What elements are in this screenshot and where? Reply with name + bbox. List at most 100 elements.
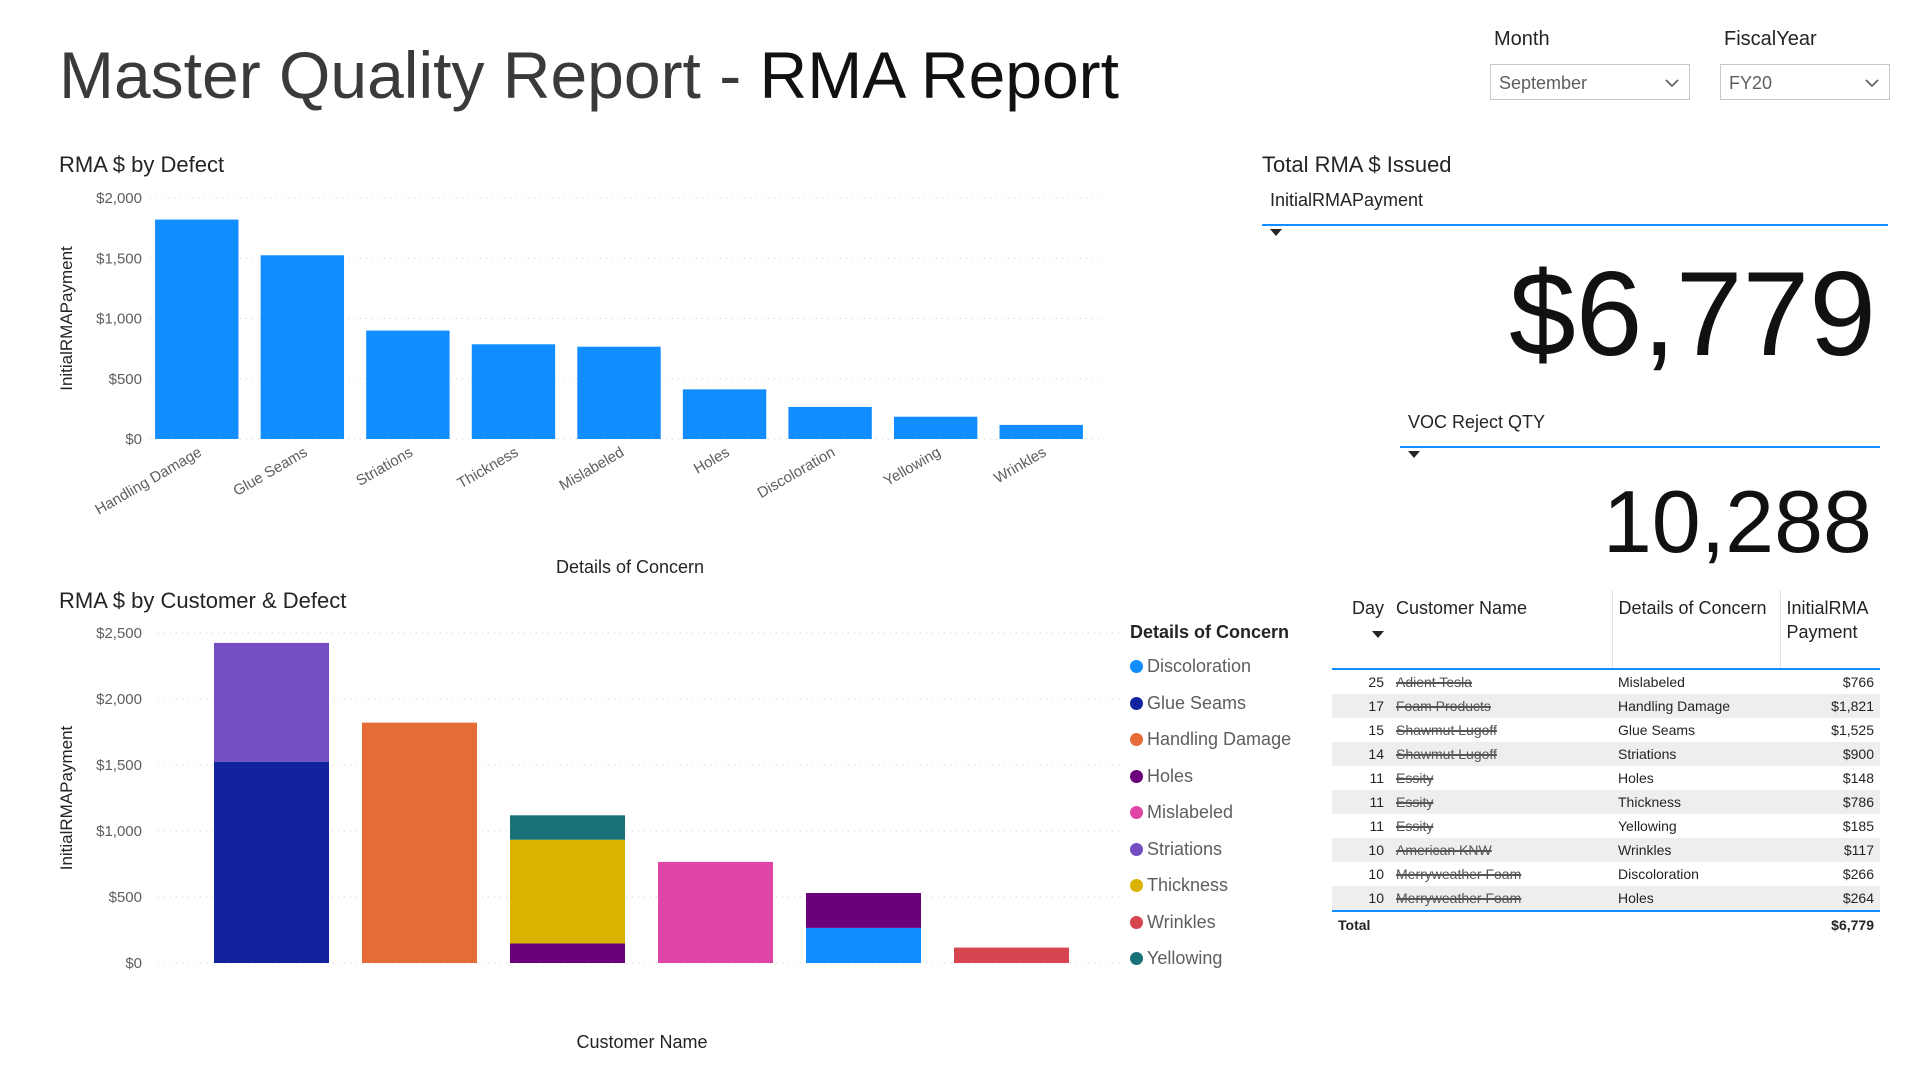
total-value: $6,779	[1780, 910, 1880, 938]
voc-reject-field-label: VOC Reject QTY	[1408, 412, 1546, 432]
legend-item[interactable]: Holes	[1130, 764, 1193, 788]
y-tick-label: $1,500	[96, 757, 142, 774]
cell-day: 14	[1368, 746, 1384, 762]
legend-label: Mislabeled	[1147, 802, 1234, 822]
x-tick-label: Wrinkles	[991, 444, 1049, 487]
cell-concern: Glue Seams	[1618, 722, 1696, 738]
bar[interactable]	[260, 255, 345, 439]
report-title-strong: RMA Report	[759, 38, 1120, 112]
bar[interactable]	[155, 219, 239, 439]
cell-customer: Merryweather Foam	[1396, 866, 1522, 882]
bar[interactable]	[471, 344, 556, 439]
legend-item[interactable]: Handling Damage	[1130, 727, 1291, 751]
legend-item[interactable]: Yellowing	[1130, 946, 1222, 970]
voc-reject-field-header[interactable]: VOC Reject QTY	[1400, 410, 1880, 458]
legend-item[interactable]: Mislabeled	[1130, 800, 1233, 824]
stacked-bar-segment[interactable]	[214, 642, 329, 762]
cell-payment: $148	[1842, 770, 1874, 786]
cell-day: 10	[1368, 866, 1384, 882]
stacked-bar-segment[interactable]	[510, 839, 625, 944]
bar[interactable]	[682, 389, 767, 439]
x-tick-label: Handling Damage	[92, 444, 204, 519]
table-row[interactable]: 10 American KNW Wrinkles $117	[1332, 838, 1880, 862]
cell-payment: $900	[1842, 746, 1874, 762]
x-tick-label: Thickness	[454, 444, 521, 492]
x-tick-label: Striations	[353, 444, 416, 490]
legend-label: Yellowing	[1147, 948, 1223, 968]
table-row[interactable]: 15 Shawmut Lugoff Glue Seams $1,525	[1332, 718, 1880, 742]
defect-chart-title: RMA $ by Defect	[59, 152, 225, 177]
stacked-bar-segment[interactable]	[806, 893, 921, 928]
cell-payment: $117	[1843, 842, 1874, 858]
bar[interactable]	[893, 416, 978, 439]
month-slicer-label: Month	[1494, 28, 1550, 50]
bar[interactable]	[366, 330, 450, 439]
cell-customer: Merryweather Foam	[1396, 890, 1522, 906]
voc-reject-value: 10,288	[1602, 472, 1872, 571]
y-tick-label: $1,000	[96, 823, 142, 840]
customer-defect-stacked-chart[interactable]: $0 $500 $1,000 $1,500 $2,000 $2,500 Customer N…	[50, 620, 1120, 1060]
cell-day: 11	[1369, 818, 1384, 834]
cell-concern: Handling Damage	[1618, 698, 1731, 714]
legend-dot-icon	[1130, 952, 1143, 965]
cell-customer: Adient Tesla	[1396, 674, 1473, 690]
y-tick-label: $2,000	[96, 190, 142, 207]
cell-customer: American KNW	[1396, 842, 1492, 858]
table-row[interactable]: 10 Merryweather Foam Discoloration $266	[1332, 862, 1880, 886]
stacked-bar-segment[interactable]	[510, 943, 625, 963]
cell-day: 25	[1368, 674, 1384, 690]
y-axis-title: InitialRMAPayment	[57, 246, 76, 391]
sort-arrow-icon	[1408, 451, 1420, 458]
stacked-bar-segment[interactable]	[806, 927, 921, 963]
table-row[interactable]: 14 Shawmut Lugoff Striations $900	[1332, 742, 1880, 766]
legend-item[interactable]: Glue Seams	[1130, 691, 1246, 715]
table-row[interactable]: 11 Essity Holes $148	[1332, 766, 1880, 790]
month-slicer[interactable]: September	[1490, 64, 1690, 100]
stacked-bar-segment[interactable]	[362, 722, 477, 963]
defect-bar-chart[interactable]: $0 $500 $1,000 $1,500 $2,000 Handling Damage G…	[50, 186, 1120, 586]
report-title: Master Quality Report - RMA Report	[59, 30, 1119, 120]
column-header-concern[interactable]: Details of Concern	[1611, 590, 1780, 669]
bar[interactable]	[999, 424, 1083, 439]
column-header-day[interactable]: Day	[1332, 590, 1390, 669]
total-rma-field-header[interactable]: InitialRMAPayment	[1262, 188, 1888, 236]
legend-item[interactable]: Discoloration	[1130, 654, 1251, 678]
table-row[interactable]: 17 Foam Products Handling Damage $1,821	[1332, 694, 1880, 718]
stacked-bar-segment[interactable]	[954, 947, 1069, 963]
bar[interactable]	[577, 346, 661, 439]
cell-payment: $1,821	[1831, 698, 1874, 714]
stacked-bar-segment[interactable]	[214, 761, 329, 963]
table-row[interactable]: 25 Adient Tesla Mislabeled $766	[1332, 669, 1880, 694]
legend-item[interactable]: Wrinkles	[1130, 910, 1216, 934]
column-header-customer[interactable]: Customer Name	[1390, 590, 1612, 669]
cell-concern: Striations	[1618, 746, 1677, 762]
bar[interactable]	[788, 406, 872, 439]
cell-concern: Mislabeled	[1618, 674, 1685, 690]
cell-customer: Essity	[1396, 818, 1434, 834]
legend-label: Glue Seams	[1147, 692, 1247, 713]
legend-item[interactable]: Striations	[1130, 837, 1222, 861]
legend-label: Discoloration	[1147, 656, 1252, 676]
column-header-day-label: Day	[1351, 598, 1384, 618]
fiscalyear-slicer[interactable]: FY20	[1720, 64, 1890, 100]
table-header-row: Day Customer Name Details of Concern Ini…	[1332, 590, 1880, 669]
cell-day: 11	[1369, 770, 1384, 786]
legend-dot-icon	[1130, 660, 1143, 673]
table-row[interactable]: 10 Merryweather Foam Holes $264	[1332, 886, 1880, 911]
month-slicer-value: September	[1499, 73, 1588, 93]
chevron-down-icon	[1865, 79, 1879, 88]
cell-payment: $766	[1842, 674, 1874, 690]
cell-customer: Shawmut Lugoff	[1396, 722, 1497, 738]
fiscalyear-slicer-value: FY20	[1729, 73, 1773, 93]
stacked-bar-segment[interactable]	[658, 861, 773, 963]
legend-dot-icon	[1130, 879, 1143, 892]
y-tick-label: $1,500	[96, 250, 142, 267]
stacked-bar-segment[interactable]	[510, 815, 625, 840]
legend-item[interactable]: Thickness	[1130, 873, 1228, 897]
table-row[interactable]: 11 Essity Thickness $786	[1332, 790, 1880, 814]
table-row[interactable]: 11 Essity Yellowing $185	[1332, 814, 1880, 838]
legend-dot-icon	[1130, 915, 1143, 929]
cell-concern: Thickness	[1618, 794, 1682, 810]
x-axis-title: Customer Name	[576, 1032, 707, 1052]
column-header-payment[interactable]: InitialRMA Payment	[1779, 590, 1880, 669]
